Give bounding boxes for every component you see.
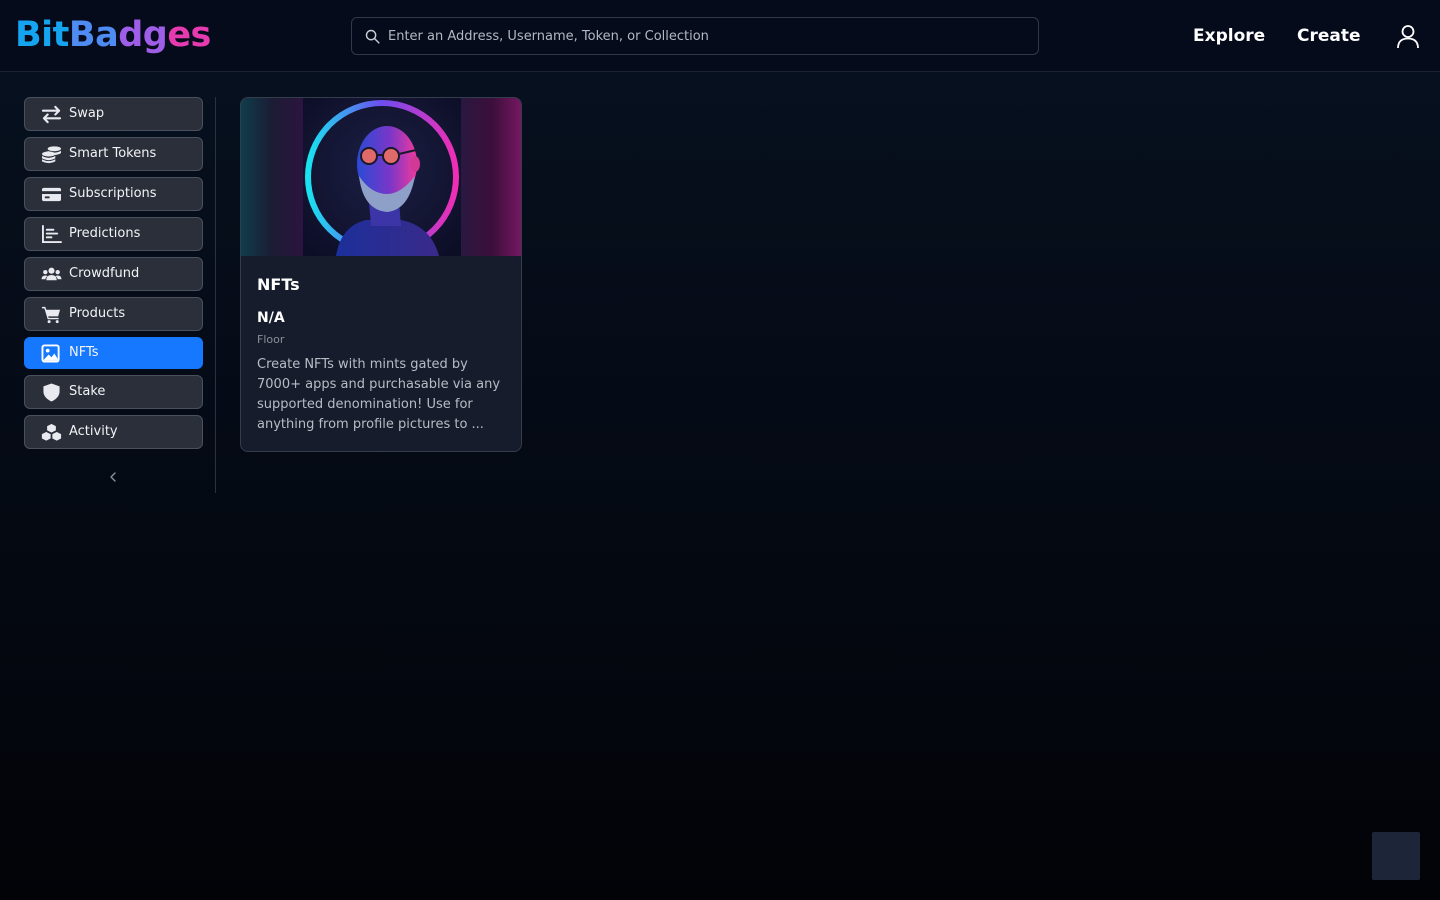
sidebar-item-subscriptions[interactable]: Subscriptions <box>24 177 203 211</box>
sidebar-item-nfts[interactable]: NFTs <box>24 337 203 369</box>
card-description: Create NFTs with mints gated by 7000+ ap… <box>257 357 501 432</box>
search-bar[interactable] <box>351 17 1039 55</box>
sidebar-item-activity[interactable]: Activity <box>24 415 203 449</box>
sidebar-item-label: Predictions <box>69 226 141 241</box>
card-title: NFTs <box>257 275 300 294</box>
cart-icon <box>42 306 61 324</box>
credit-card-icon <box>42 187 61 202</box>
nft-collection-card[interactable]: NFTs N/A Floor Create NFTs with mints ga… <box>240 97 522 452</box>
sidebar-item-crowdfund[interactable]: Crowdfund <box>24 257 203 291</box>
sidebar-item-label: Smart Tokens <box>69 146 157 161</box>
sidebar-item-label: Crowdfund <box>69 266 140 281</box>
sidebar-item-label: Stake <box>69 384 106 399</box>
cubes-icon <box>41 423 62 442</box>
bar-chart-icon <box>41 225 62 244</box>
sidebar-item-stake[interactable]: Stake <box>24 375 203 409</box>
swap-icon <box>41 105 62 124</box>
floor-price-label: Floor <box>257 333 285 346</box>
sidebar-item-label: Swap <box>69 106 105 121</box>
sidebar-item-smart-tokens[interactable]: Smart Tokens <box>24 137 203 171</box>
sidebar-divider <box>215 97 216 493</box>
users-icon <box>41 267 62 281</box>
chevron-left-icon[interactable] <box>106 470 120 484</box>
create-link[interactable]: Create <box>1297 24 1361 48</box>
floating-action-button[interactable] <box>1372 832 1420 880</box>
sidebar-item-products[interactable]: Products <box>24 297 203 331</box>
sidebar-item-swap[interactable]: Swap <box>24 97 203 131</box>
floor-price-value: N/A <box>257 310 285 326</box>
sidebar-item-label: Products <box>69 306 126 321</box>
shield-icon <box>43 383 60 402</box>
user-icon[interactable] <box>1395 23 1421 49</box>
nft-collection-image <box>241 98 521 256</box>
top-header: BitBadges Explore Create <box>0 0 1440 72</box>
image-icon <box>41 344 60 363</box>
sidebar-item-label: NFTs <box>69 345 99 360</box>
search-input[interactable] <box>388 18 1028 54</box>
search-icon <box>365 29 380 44</box>
explore-link[interactable]: Explore <box>1193 24 1265 48</box>
sidebar-item-label: Subscriptions <box>69 186 157 201</box>
sidebar-item-label: Activity <box>69 424 118 439</box>
sidebar-item-predictions[interactable]: Predictions <box>24 217 203 251</box>
coins-icon <box>42 146 61 164</box>
bitbadges-logo[interactable]: BitBadges <box>15 11 211 59</box>
